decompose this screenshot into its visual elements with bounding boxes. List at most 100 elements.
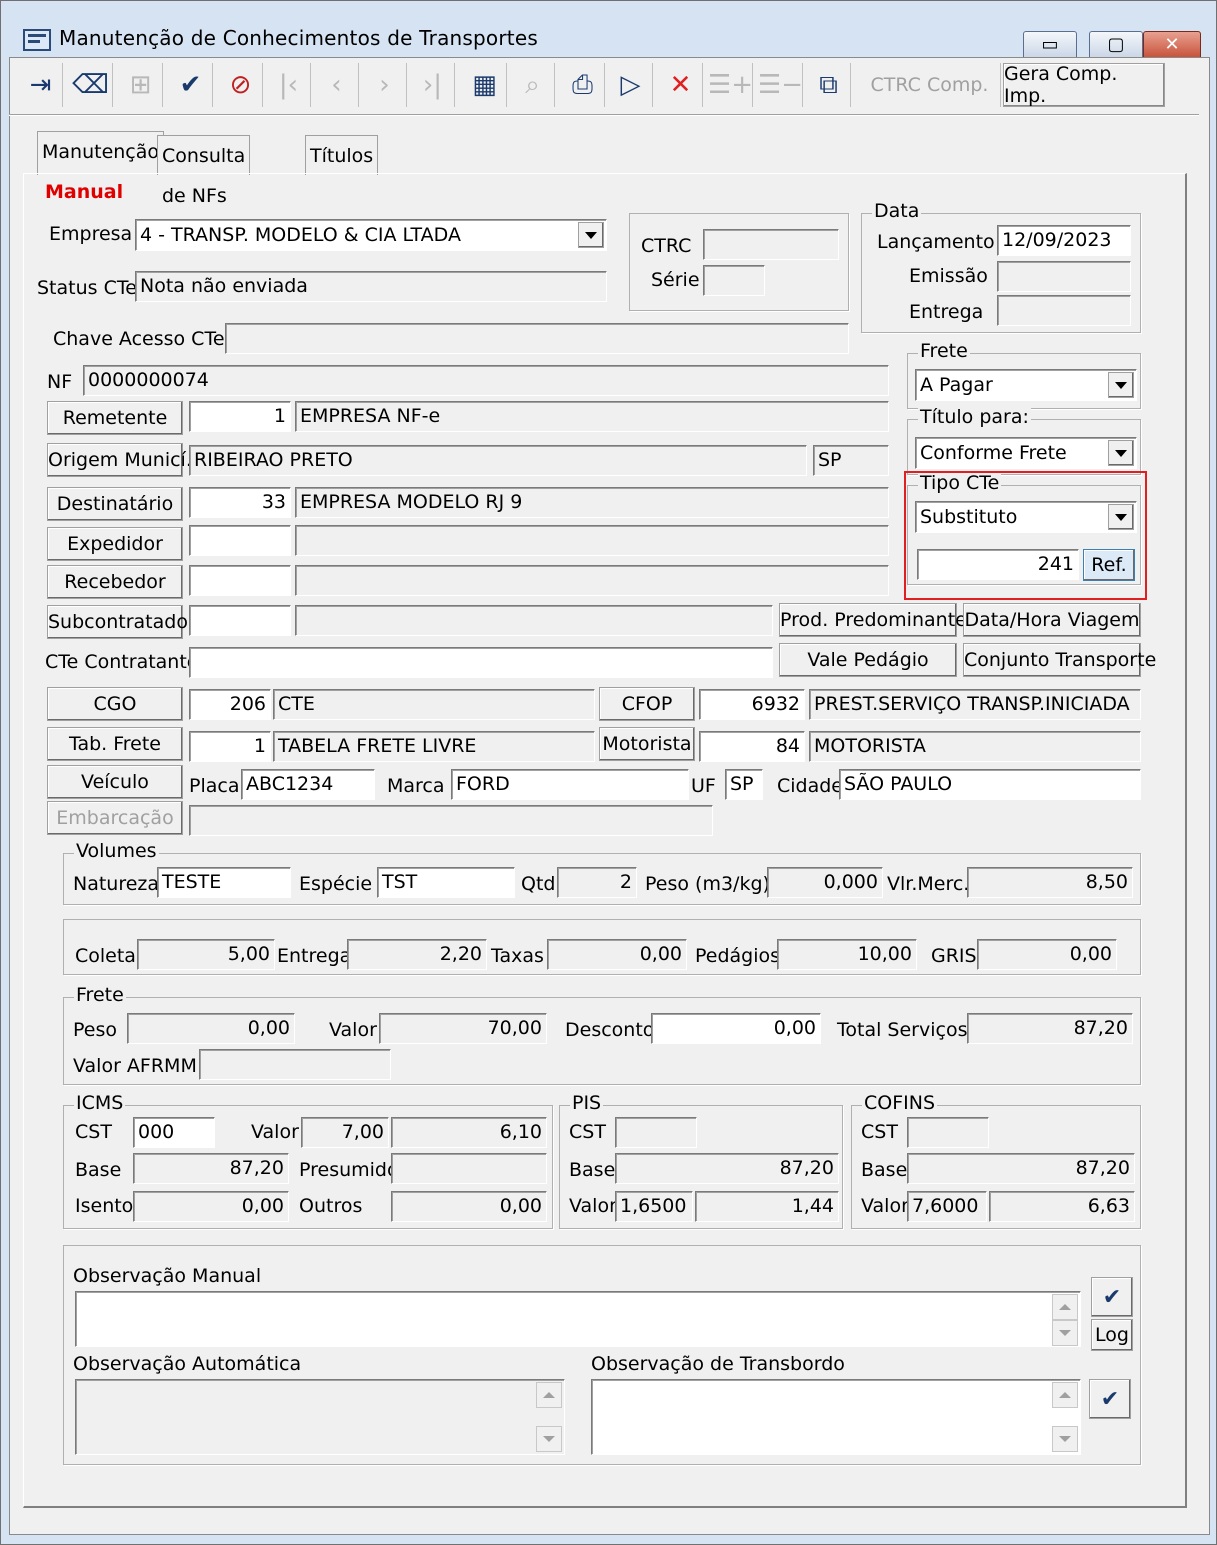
- remetente-code[interactable]: 1: [189, 401, 291, 432]
- cgo-code[interactable]: 206: [189, 689, 271, 720]
- cfop-name: PREST.SERVIÇO TRANSP.INICIADA: [809, 689, 1141, 720]
- tab-consulta-nfs[interactable]: Consulta de NFs: [157, 135, 251, 207]
- cidade-field[interactable]: SÃO PAULO: [839, 769, 1141, 800]
- motorista-code[interactable]: 84: [699, 731, 805, 762]
- recebedor-code[interactable]: [189, 565, 291, 596]
- obs-transbordo-save-icon[interactable]: ✔: [1089, 1379, 1131, 1419]
- data-hora-viagem-button[interactable]: Data/Hora Viagem: [963, 603, 1141, 637]
- obs-transbordo-field[interactable]: [591, 1379, 1081, 1455]
- vale-pedagio-button[interactable]: Vale Pedágio: [779, 643, 957, 677]
- ctrc-label: CTRC: [641, 235, 692, 257]
- obs-auto-label: Observação Automática: [73, 1353, 302, 1375]
- especie-field[interactable]: TST: [377, 867, 515, 898]
- conjunto-transporte-button[interactable]: Conjunto Transporte: [963, 643, 1156, 677]
- first-icon[interactable]: |‹: [267, 63, 311, 107]
- frete-type-select[interactable]: A Pagar: [915, 369, 1137, 401]
- origem-city: RIBEIRAO PRETO: [189, 445, 807, 476]
- veiculo-button[interactable]: Veículo: [47, 765, 183, 799]
- pis-aliq-field: 1,6500: [615, 1191, 693, 1222]
- scroll-up-icon[interactable]: [536, 1382, 562, 1408]
- lancamento-field[interactable]: 12/09/2023: [997, 225, 1131, 256]
- destinatario-code[interactable]: 33: [189, 487, 291, 518]
- chevron-down-icon: [1108, 372, 1134, 398]
- search-icon[interactable]: ⌕: [511, 63, 555, 107]
- embarcacao-button[interactable]: Embarcação: [47, 801, 183, 835]
- icms-valor-label: Valor: [251, 1121, 299, 1143]
- taxas-label: Taxas: [491, 945, 544, 967]
- outros-field: 0,00: [391, 1191, 547, 1222]
- gera-comp-button[interactable]: Gera Comp. Imp.: [1003, 63, 1165, 107]
- play-icon[interactable]: ▷: [609, 63, 653, 107]
- tab-frete-code[interactable]: 1: [189, 731, 271, 762]
- presumido-label: Presumido: [299, 1159, 399, 1181]
- prev-icon[interactable]: ‹: [315, 63, 359, 107]
- marca-field[interactable]: FORD: [451, 769, 689, 800]
- print-icon[interactable]: ⎙: [561, 63, 605, 107]
- cfop-button[interactable]: CFOP: [599, 687, 695, 721]
- cgo-button[interactable]: CGO: [47, 687, 183, 721]
- placa-field[interactable]: ABC1234: [241, 769, 375, 800]
- gris-field: 0,00: [977, 939, 1117, 970]
- natureza-label: Natureza: [73, 873, 160, 895]
- subcontratado-code[interactable]: [189, 605, 291, 636]
- tab-frete-name: TABELA FRETE LIVRE: [273, 731, 595, 762]
- scroll-down-icon[interactable]: [1052, 1426, 1078, 1452]
- remove-row-icon[interactable]: ☰−: [758, 63, 803, 107]
- prod-predominante-button[interactable]: Prod. Predominante: [779, 603, 967, 637]
- eraser-icon[interactable]: ⌫: [69, 63, 113, 107]
- scroll-up-icon[interactable]: [1052, 1382, 1078, 1408]
- recebedor-button[interactable]: Recebedor: [47, 565, 183, 599]
- scroll-down-icon[interactable]: [536, 1426, 562, 1452]
- expedidor-code[interactable]: [189, 525, 291, 556]
- afrmm-field: [199, 1049, 391, 1080]
- cofins-cst-label: CST: [861, 1121, 898, 1143]
- tab-manutencao[interactable]: Manutenção: [37, 131, 165, 175]
- cancel-icon[interactable]: ⊘: [219, 63, 263, 107]
- desconto-field[interactable]: 0,00: [651, 1013, 821, 1044]
- natureza-field[interactable]: TESTE: [157, 867, 291, 898]
- pis-base-label: Base: [569, 1159, 616, 1181]
- log-button[interactable]: Log: [1091, 1319, 1133, 1351]
- cidade-label: Cidade: [777, 775, 843, 797]
- cte-contratante-field[interactable]: [189, 647, 773, 678]
- entrega-taxa-label: Entrega: [277, 945, 352, 967]
- last-icon[interactable]: ›|: [411, 63, 455, 107]
- remetente-button[interactable]: Remetente: [47, 401, 183, 435]
- pis-cst-label: CST: [569, 1121, 606, 1143]
- qtd-label: Qtd: [521, 873, 556, 895]
- scroll-up-icon[interactable]: [1052, 1294, 1078, 1320]
- ctrc-comp-button[interactable]: CTRC Comp.: [859, 63, 1001, 107]
- serie-label: Série: [651, 269, 700, 291]
- empresa-select[interactable]: 4 - TRANSP. MODELO & CIA LTADA: [135, 219, 607, 251]
- origem-button[interactable]: Origem Municí.: [47, 443, 192, 477]
- link-icon[interactable]: ⧉: [807, 63, 851, 107]
- exit-icon[interactable]: ⇥: [19, 63, 63, 107]
- obs-manual-field[interactable]: [75, 1291, 1081, 1347]
- expedidor-button[interactable]: Expedidor: [47, 527, 183, 561]
- coleta-field: 5,00: [137, 939, 275, 970]
- tab-frete-button[interactable]: Tab. Frete: [47, 727, 183, 761]
- titulo-select[interactable]: Conforme Frete: [915, 437, 1137, 469]
- ctrc-field: [703, 229, 839, 260]
- nf-field: 0000000074: [83, 365, 889, 396]
- next-icon[interactable]: ›: [363, 63, 407, 107]
- cfop-code[interactable]: 6932: [699, 689, 805, 720]
- add-row-icon[interactable]: ☰+: [708, 63, 753, 107]
- obs-manual-save-icon[interactable]: ✔: [1091, 1277, 1133, 1317]
- icms-cst-field[interactable]: 000: [133, 1117, 215, 1148]
- tab-titulos[interactable]: Títulos: [305, 135, 379, 175]
- uf-field[interactable]: SP: [725, 769, 763, 800]
- motorista-button[interactable]: Motorista: [599, 727, 695, 761]
- new-icon[interactable]: ⊞: [119, 63, 163, 107]
- grid-icon[interactable]: ▦: [463, 63, 507, 107]
- destinatario-button[interactable]: Destinatário: [47, 487, 183, 521]
- scroll-down-icon[interactable]: [1052, 1320, 1078, 1346]
- save-icon[interactable]: ✔: [169, 63, 213, 107]
- empresa-label: Empresa: [49, 223, 133, 245]
- pis-cst-field: [615, 1117, 697, 1148]
- delete-icon[interactable]: ✕: [659, 63, 703, 107]
- subcontratado-button[interactable]: Subcontratado: [47, 605, 188, 639]
- data-group-label: Data: [872, 200, 922, 222]
- isento-field: 0,00: [133, 1191, 289, 1222]
- cofins-valor-label: Valor: [861, 1195, 909, 1217]
